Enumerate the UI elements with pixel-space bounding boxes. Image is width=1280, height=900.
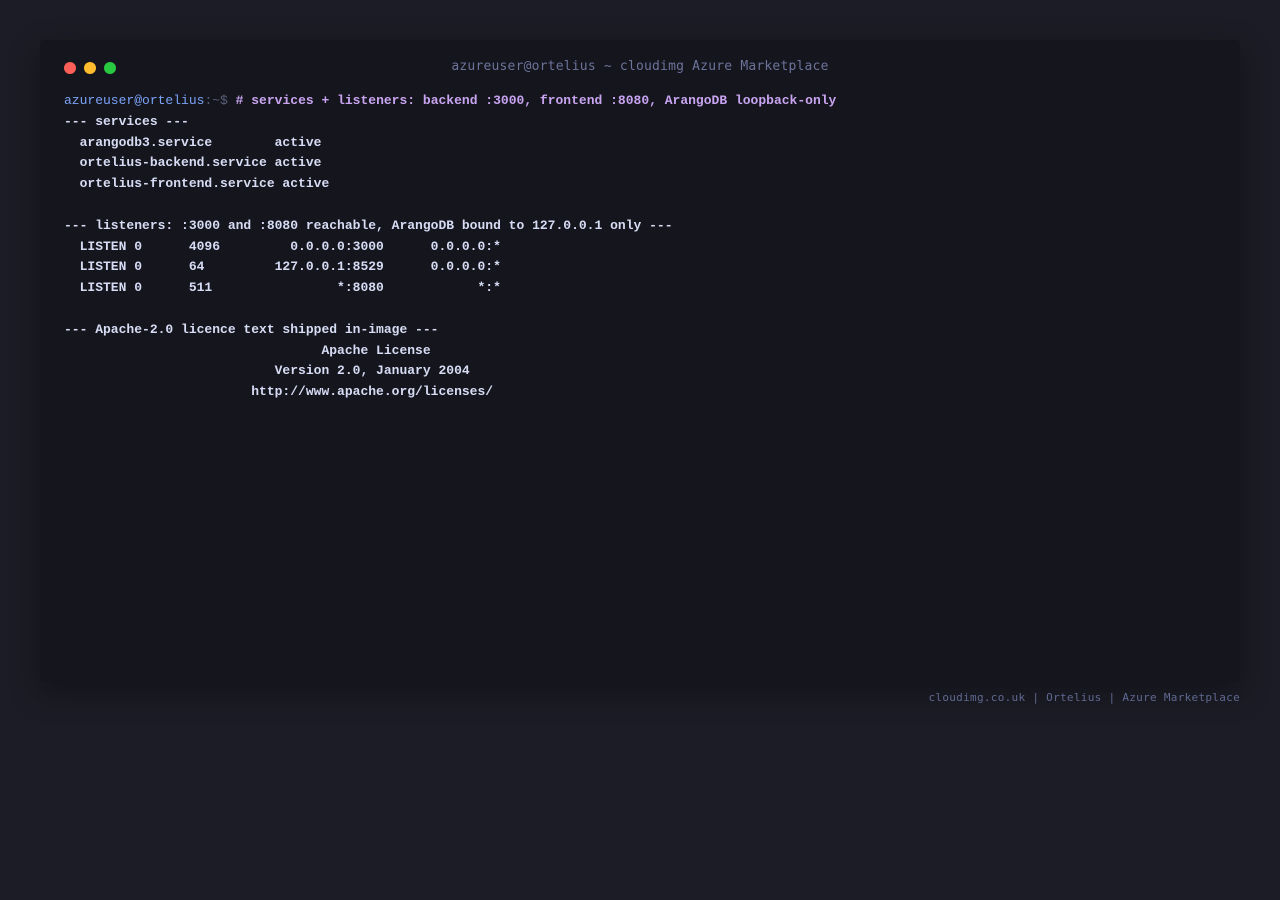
output-line: Version 2.0, January 2004 <box>64 363 470 379</box>
output-line: --- Apache-2.0 licence text shipped in-i… <box>64 321 439 337</box>
output-line: arangodb3.service active <box>64 134 322 150</box>
output-line: ortelius-frontend.service active <box>64 176 330 192</box>
terminal-output[interactable]: azureuser@ortelius:~$ # services + liste… <box>64 91 1216 403</box>
prompt-user: azureuser@ortelius <box>64 93 205 108</box>
output-line: --- listeners: :3000 and :8080 reachable… <box>64 217 673 233</box>
prompt-path: :~$ <box>204 93 236 108</box>
output-line: LISTEN 0 4096 0.0.0.0:3000 0.0.0.0:* <box>64 238 501 254</box>
output-line: ortelius-backend.service active <box>64 155 322 171</box>
title-bar: azureuser@ortelius ~ cloudimg Azure Mark… <box>40 40 1240 96</box>
prompt-line: azureuser@ortelius:~$ # services + liste… <box>64 91 1216 112</box>
command-text: # services + listeners: backend :3000, f… <box>235 93 837 108</box>
terminal-window: azureuser@ortelius ~ cloudimg Azure Mark… <box>40 40 1240 682</box>
output-line: Apache License <box>64 342 431 358</box>
output-line: LISTEN 0 64 127.0.0.1:8529 0.0.0.0:* <box>64 259 501 275</box>
footer-credit: cloudimg.co.uk | Ortelius | Azure Market… <box>928 691 1240 704</box>
output-lines: --- services --- arangodb3.service activ… <box>64 112 1216 403</box>
window-title: azureuser@ortelius ~ cloudimg Azure Mark… <box>451 59 829 74</box>
output-line: http://www.apache.org/licenses/ <box>64 384 494 400</box>
output-line: LISTEN 0 511 *:8080 *:* <box>64 280 501 296</box>
output-line: --- services --- <box>64 113 189 129</box>
